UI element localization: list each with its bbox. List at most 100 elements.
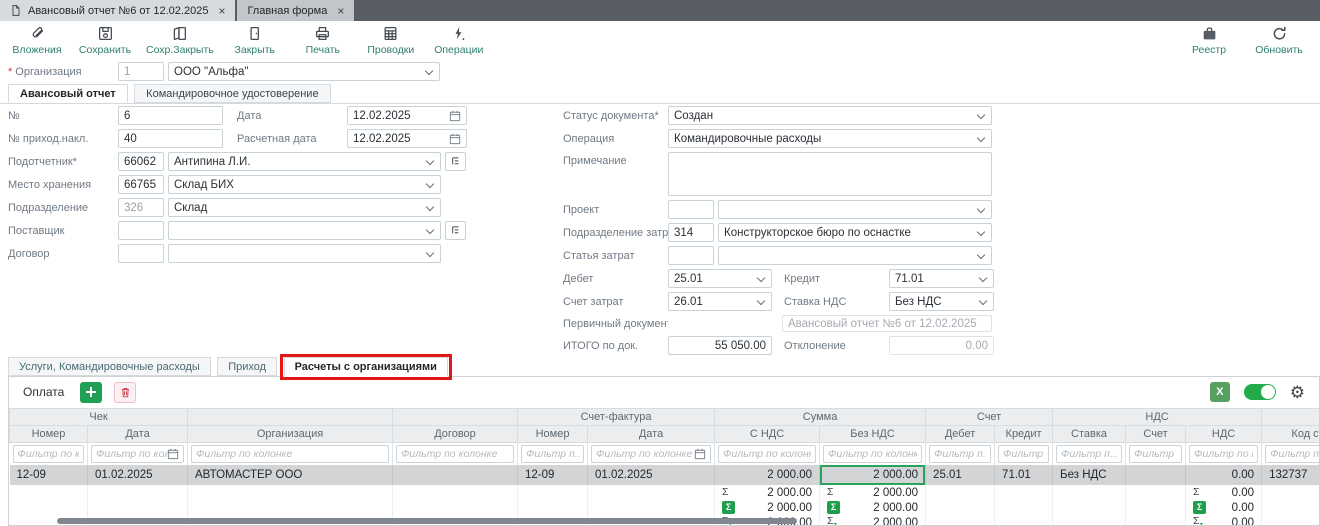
close-icon[interactable]: × [337,4,344,18]
receipt-number-field[interactable]: 40 [118,129,223,148]
cell[interactable]: 2 000.00 [715,465,820,485]
filter-input-field[interactable] [96,448,167,460]
add-row-button[interactable] [80,382,102,403]
organization-code-field[interactable]: 1 [118,62,164,81]
cost-dept-code-field[interactable]: 314 [668,223,714,242]
filter-input-field[interactable] [934,448,986,460]
filter-input[interactable] [191,445,389,463]
filter-input-field[interactable] [1194,448,1253,460]
window-tab-advance-report[interactable]: Авансовый отчет №6 от 12.02.2025 × [0,0,235,21]
cell[interactable]: 12-09 [518,465,588,485]
filter-input-field[interactable] [526,448,579,460]
postings-button[interactable]: Проводки [364,25,418,56]
storage-select[interactable]: Склад БИХ [168,175,441,194]
close-button[interactable]: Закрыть [228,25,282,56]
filter-input[interactable] [823,445,922,463]
table-settings-toggle[interactable] [1244,384,1276,400]
filter-input[interactable] [521,445,584,463]
save-button[interactable]: Сохранить [78,25,132,56]
filter-input[interactable] [1056,445,1122,463]
cell[interactable] [1126,465,1186,485]
attachments-button[interactable]: Вложения [10,25,64,56]
cell[interactable]: 25.01 [926,465,995,485]
column-header[interactable]: Номер [10,426,88,443]
column-header[interactable]: С НДС [715,426,820,443]
tab-settlements-with-organizations[interactable]: Расчеты с организациями [284,357,448,377]
close-icon[interactable]: × [218,4,225,18]
debit-select[interactable]: 25.01 [668,269,772,288]
project-select[interactable] [718,200,992,219]
cost-item-select[interactable] [718,246,992,265]
filter-input[interactable] [591,445,711,463]
filter-input-field[interactable] [596,448,694,460]
filter-input-field[interactable] [196,448,384,460]
operation-select[interactable]: Командировочные расходы [668,129,992,148]
hierarchy-picker-button[interactable] [445,221,466,240]
cell[interactable]: Без НДС [1053,465,1126,485]
cell[interactable]: 01.02.2025 [88,465,188,485]
filter-input[interactable] [91,445,184,463]
filter-input[interactable] [1265,445,1319,463]
vat-rate-select[interactable]: Без НДС [889,292,994,311]
operations-button[interactable]: Операции [432,25,486,56]
save-close-button[interactable]: Сохр.Закрыть [146,25,214,56]
department-select[interactable]: Склад [168,198,441,217]
contract-select[interactable] [168,244,441,263]
organization-select[interactable]: ООО "Альфа" [168,62,440,81]
column-header[interactable]: НДС [1186,426,1262,443]
gear-icon[interactable]: ⚙ [1290,384,1305,401]
column-header[interactable]: Дебет [926,426,995,443]
filter-input[interactable] [396,445,514,463]
date-field[interactable]: 12.02.2025 [347,106,467,125]
filter-input-field[interactable] [1003,448,1044,460]
storage-code-field[interactable]: 66765 [118,175,164,194]
filter-input-field[interactable] [1270,448,1319,460]
column-header[interactable]: Счет [1126,426,1186,443]
table-row[interactable]: 12-0901.02.2025АВТОМАСТЕР ООО12-0901.02.… [10,465,1320,485]
number-field[interactable]: 6 [118,106,223,125]
filter-input-field[interactable] [18,448,80,460]
column-header[interactable]: Без НДС [820,426,926,443]
selected-cell[interactable]: 2 000.00 [820,465,926,485]
cell[interactable]: 01.02.2025 [588,465,715,485]
window-tab-main-form[interactable]: Главная форма × [237,0,354,21]
total-field[interactable]: 55 050.00 [668,336,772,355]
cell[interactable]: АВТОМАСТЕР ООО [188,465,393,485]
filter-input[interactable] [998,445,1049,463]
filter-input[interactable] [718,445,816,463]
cell[interactable] [393,465,518,485]
column-header[interactable]: Кредит [995,426,1053,443]
column-header[interactable]: Договор [393,426,518,443]
project-code-field[interactable] [668,200,714,219]
cell[interactable]: 71.01 [995,465,1053,485]
filter-input[interactable] [13,445,85,463]
column-header[interactable]: Ставка [1053,426,1126,443]
tab-travel-certificate[interactable]: Командировочное удостоверение [134,84,330,103]
calc-date-field[interactable]: 12.02.2025 [347,129,467,148]
filter-input-field[interactable] [401,448,509,460]
filter-input[interactable] [929,445,991,463]
column-header[interactable]: Дата [88,426,188,443]
registry-button[interactable]: Реестр [1182,25,1236,56]
cell[interactable]: 0.00 [1186,465,1262,485]
export-excel-button[interactable]: X [1210,382,1230,402]
cell[interactable]: 132737 [1262,465,1319,485]
refresh-button[interactable]: Обновить [1252,25,1306,56]
filter-input[interactable] [1129,445,1182,463]
delete-row-button[interactable] [114,382,136,403]
print-button[interactable]: Печать [296,25,350,56]
column-header[interactable]: Дата [588,426,715,443]
hierarchy-picker-button[interactable] [445,152,466,171]
cost-item-code-field[interactable] [668,246,714,265]
credit-select[interactable]: 71.01 [889,269,994,288]
filter-input-field[interactable] [723,448,811,460]
column-header[interactable]: Организация [188,426,393,443]
column-header[interactable]: Код ст [1262,426,1319,443]
filter-input[interactable] [1189,445,1258,463]
cost-dept-select[interactable]: Конструкторское бюро по оснастке [718,223,992,242]
tab-receipt[interactable]: Приход [217,357,277,376]
accountable-select[interactable]: Антипина Л.И. [168,152,441,171]
supplier-code-field[interactable] [118,221,164,240]
filter-input-field[interactable] [1061,448,1117,460]
contract-code-field[interactable] [118,244,164,263]
